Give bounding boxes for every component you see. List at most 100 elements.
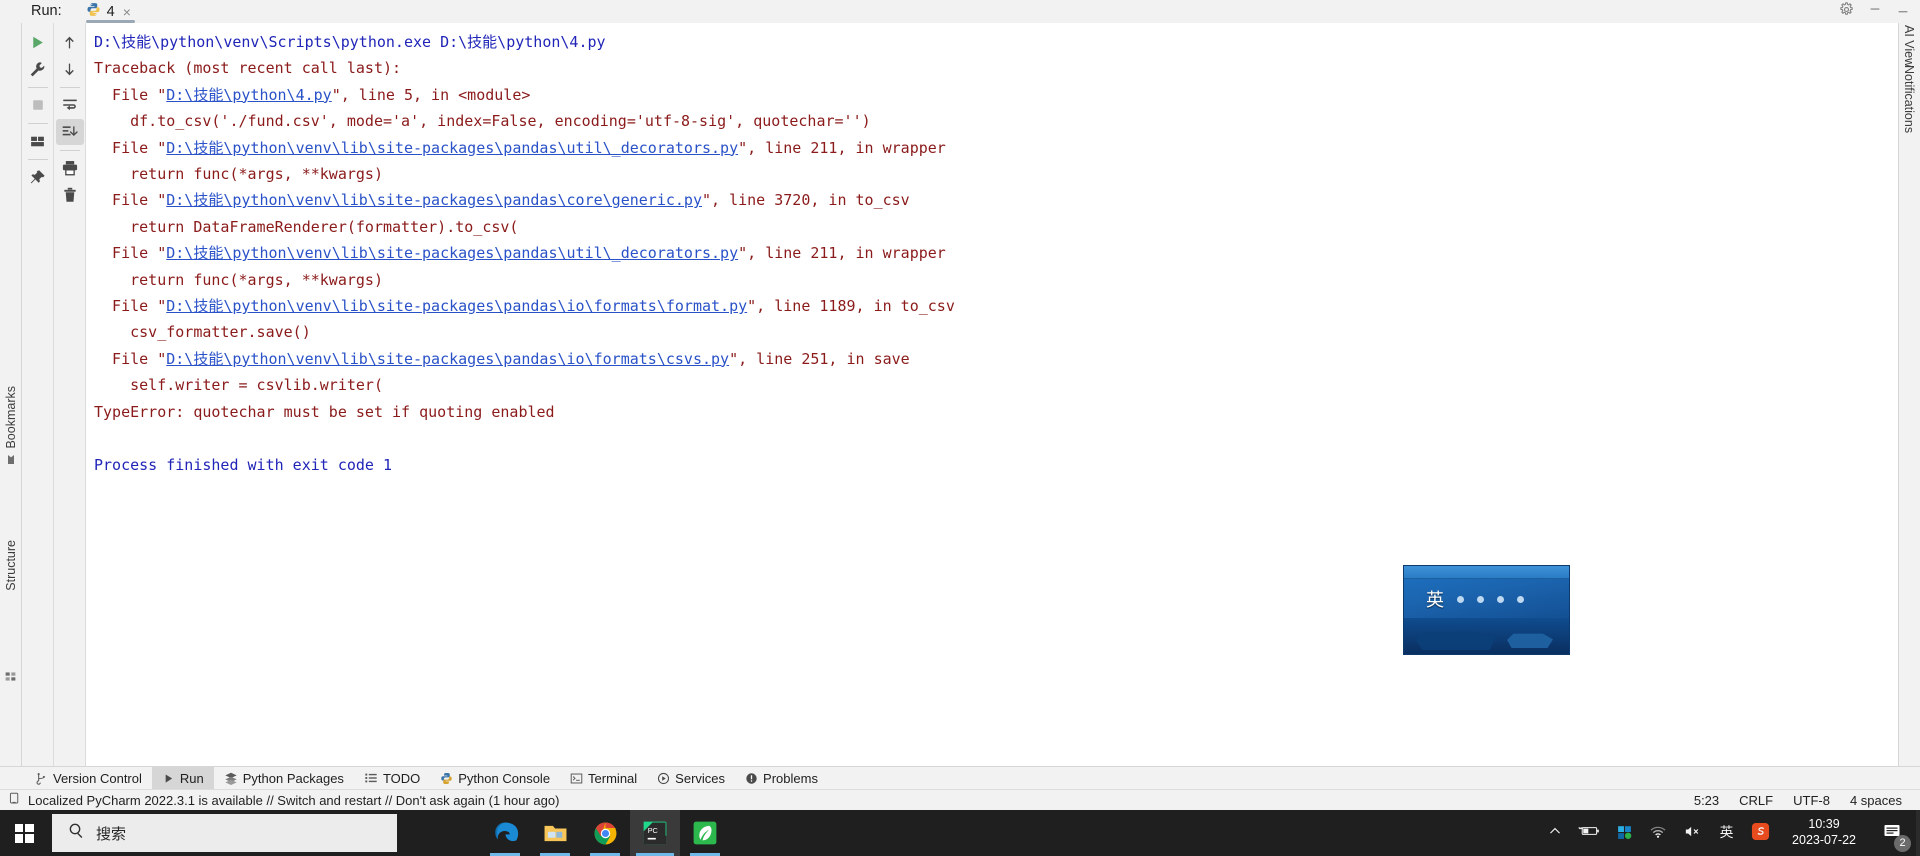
- file-encoding[interactable]: UTF-8: [1793, 793, 1830, 808]
- console-line: Process finished with exit code 1: [94, 452, 1898, 478]
- rerun-button[interactable]: [24, 29, 52, 55]
- task-leaf-app[interactable]: [680, 810, 730, 856]
- windows-logo-icon: [14, 823, 34, 843]
- run-tab-4[interactable]: 4 ×: [82, 0, 139, 23]
- pin-icon[interactable]: [24, 164, 52, 190]
- console-text: self.writer = csvlib.writer(: [94, 376, 383, 395]
- console-file-link[interactable]: D:\技能\python\venv\lib\site-packages\pand…: [166, 244, 738, 262]
- stop-button[interactable]: [24, 92, 52, 118]
- list-icon: [364, 771, 378, 785]
- wrench-icon[interactable]: [24, 56, 52, 82]
- console-line: Traceback (most recent call last):: [94, 55, 1898, 81]
- task-pycharm[interactable]: PC: [630, 810, 680, 856]
- volume-muted-icon[interactable]: [1683, 824, 1702, 843]
- console-line: return func(*args, **kwargs): [94, 161, 1898, 187]
- console-text: File ": [94, 244, 167, 263]
- chrome-icon: [594, 822, 616, 844]
- console-panel[interactable]: D:\技能\python\venv\Scripts\python.exe D:\…: [86, 23, 1898, 766]
- tool-window-tab-terminal[interactable]: Terminal: [560, 767, 647, 789]
- task-file-explorer[interactable]: [530, 810, 580, 856]
- printer-icon[interactable]: [56, 155, 84, 181]
- soft-wrap-icon[interactable]: [56, 92, 84, 118]
- ime-status-panel[interactable]: 英: [1403, 565, 1570, 655]
- indent-setting[interactable]: 4 spaces: [1850, 793, 1902, 808]
- console-line: self.writer = csvlib.writer(: [94, 372, 1898, 398]
- scroll-to-end-icon[interactable]: [55, 119, 84, 145]
- ime-key-1-icon[interactable]: [1457, 595, 1464, 603]
- structure-icon[interactable]: [4, 670, 17, 688]
- console-output[interactable]: D:\技能\python\venv\Scripts\python.exe D:\…: [86, 23, 1898, 766]
- sidebar-item-bookmarks[interactable]: Bookmarks: [4, 386, 18, 466]
- ai-view-label: AI View: [1902, 25, 1916, 68]
- ime-key-4-icon[interactable]: [1517, 595, 1524, 603]
- taskbar-search-input[interactable]: 搜索: [52, 814, 397, 852]
- close-icon[interactable]: ×: [123, 5, 131, 19]
- run-actions-secondary: [54, 23, 86, 766]
- arrow-up-icon[interactable]: [56, 29, 84, 55]
- tool-window-tab-label: Terminal: [588, 770, 638, 786]
- python-icon: [440, 772, 453, 785]
- tool-window-tab-python-packages[interactable]: Python Packages: [214, 767, 354, 789]
- console-file-link[interactable]: D:\技能\python\venv\lib\site-packages\pand…: [166, 191, 702, 209]
- console-text: File ": [94, 191, 167, 210]
- console-file-link[interactable]: D:\技能\python\venv\lib\site-packages\pand…: [166, 297, 747, 315]
- console-text: return DataFrameRenderer(formatter).to_c…: [94, 217, 519, 236]
- leaf-icon: [693, 821, 717, 845]
- arrow-down-icon[interactable]: [56, 56, 84, 82]
- sidebar-item-notifications[interactable]: Notifications: [1902, 65, 1916, 133]
- hide-toolwindow-icon[interactable]: [1896, 2, 1910, 21]
- ime-key-2-icon[interactable]: [1477, 595, 1484, 603]
- system-tray: 英 10:39 2023-07-22 2: [1548, 817, 1916, 852]
- panes-icon[interactable]: [24, 128, 52, 154]
- run-toolwindow-body: Bookmarks Structure D:\技能\python\venv\Sc…: [0, 23, 1920, 766]
- onedrive-icon[interactable]: [1616, 823, 1633, 844]
- run-tab-label: 4: [106, 3, 115, 20]
- line-separator[interactable]: CRLF: [1739, 793, 1773, 808]
- notification-center-button[interactable]: 2: [1882, 821, 1911, 852]
- ime-mode-glyph[interactable]: 英: [1426, 586, 1444, 612]
- sogou-input-icon[interactable]: [1751, 822, 1770, 845]
- console-line: df.to_csv('./fund.csv', mode='a', index=…: [94, 108, 1898, 134]
- layers-icon: [224, 771, 238, 785]
- console-file-link[interactable]: D:\技能\python\4.py: [166, 86, 331, 104]
- gear-icon[interactable]: [1839, 1, 1854, 22]
- sidebar-item-structure[interactable]: Structure: [4, 540, 18, 591]
- wifi-icon[interactable]: [1649, 824, 1667, 843]
- ime-language-icon[interactable]: 英: [1718, 823, 1735, 844]
- tool-window-tab-todo[interactable]: TODO: [354, 767, 430, 789]
- task-chrome[interactable]: [580, 810, 630, 856]
- console-file-link[interactable]: D:\技能\python\venv\lib\site-packages\pand…: [166, 350, 729, 368]
- minimize-icon[interactable]: [1868, 2, 1882, 21]
- structure-label: Structure: [3, 540, 18, 591]
- console-line: return func(*args, **kwargs): [94, 267, 1898, 293]
- ime-key-3-icon[interactable]: [1497, 595, 1504, 603]
- caret-position[interactable]: 5:23: [1694, 793, 1719, 808]
- edge-icon: [494, 822, 518, 841]
- tool-window-tab-bar: Version Control Run Python Packages TODO Pyt…: [0, 766, 1920, 789]
- show-hidden-icons-button[interactable]: [1548, 824, 1562, 842]
- console-text: ", line 251, in save: [729, 349, 910, 368]
- ime-panel-row: 英: [1404, 579, 1569, 612]
- problems-icon: [745, 772, 758, 785]
- start-button[interactable]: [0, 810, 48, 856]
- console-text: ", line 211, in wrapper: [738, 138, 946, 157]
- battery-icon[interactable]: [1578, 824, 1600, 842]
- trash-icon[interactable]: [56, 182, 84, 208]
- status-message[interactable]: Localized PyCharm 2022.3.1 is available …: [8, 792, 559, 808]
- console-scrollbar[interactable]: [1886, 23, 1898, 766]
- right-tool-strip: AI View Notifications: [1898, 23, 1920, 766]
- task-edge[interactable]: [480, 810, 530, 856]
- tool-window-tab-version-control[interactable]: Version Control: [25, 767, 152, 789]
- console-file-link[interactable]: D:\技能\python\venv\lib\site-packages\pand…: [166, 139, 738, 157]
- tool-window-tab-problems[interactable]: Problems: [735, 767, 828, 789]
- bookmark-icon: [4, 454, 18, 466]
- sidebar-item-ai-view[interactable]: AI View: [1902, 25, 1916, 67]
- console-text: TypeError: quotechar must be set if quot…: [94, 402, 555, 421]
- tool-window-tab-services[interactable]: Services: [647, 767, 735, 789]
- left-tool-strip: Bookmarks Structure: [0, 23, 22, 766]
- show-desktop-button[interactable]: [1916, 810, 1920, 856]
- tool-window-tab-run[interactable]: Run: [151, 767, 214, 789]
- tool-window-tab-python-console[interactable]: Python Console: [430, 767, 560, 789]
- windows-taskbar: 搜索 PC 英 10:39 2023-07-22 2: [0, 810, 1920, 856]
- taskbar-clock[interactable]: 10:39 2023-07-22: [1792, 817, 1856, 848]
